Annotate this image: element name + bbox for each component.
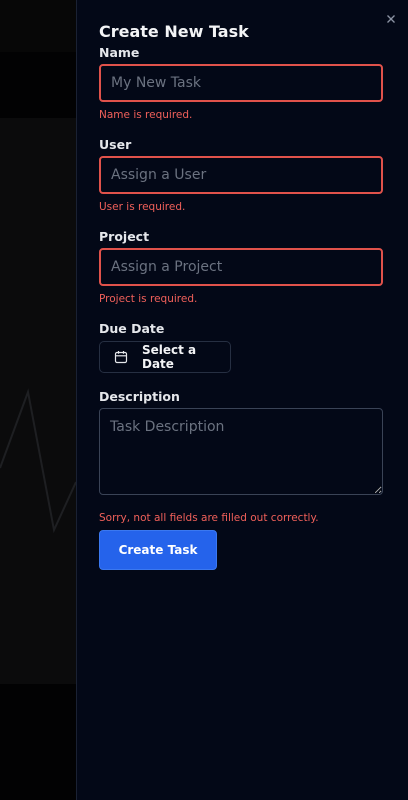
- project-input[interactable]: [99, 248, 383, 286]
- close-icon: [387, 15, 395, 23]
- project-label: Project: [99, 229, 150, 244]
- select-date-label: Select a Date: [142, 343, 197, 371]
- name-error: Name is required.: [99, 109, 193, 121]
- user-label: User: [99, 137, 132, 152]
- drawer-title: Create New Task: [99, 22, 249, 41]
- user-input[interactable]: [99, 156, 383, 194]
- close-button[interactable]: [384, 11, 398, 25]
- description-textarea[interactable]: [99, 408, 383, 495]
- select-date-button[interactable]: Select a Date: [99, 341, 231, 373]
- name-label: Name: [99, 45, 140, 60]
- project-error: Project is required.: [99, 293, 198, 305]
- calendar-icon: [114, 350, 128, 364]
- create-task-drawer: Create New Task Name Name is required. U…: [76, 0, 408, 800]
- page-backdrop[interactable]: [0, 0, 76, 800]
- description-label: Description: [99, 389, 180, 404]
- due-date-label: Due Date: [99, 321, 165, 336]
- backdrop-chart-line: [0, 388, 76, 534]
- name-input[interactable]: [99, 64, 383, 102]
- create-task-button[interactable]: Create Task: [99, 530, 217, 570]
- user-error: User is required.: [99, 201, 186, 213]
- form-error-message: Sorry, not all fields are filled out cor…: [99, 512, 319, 524]
